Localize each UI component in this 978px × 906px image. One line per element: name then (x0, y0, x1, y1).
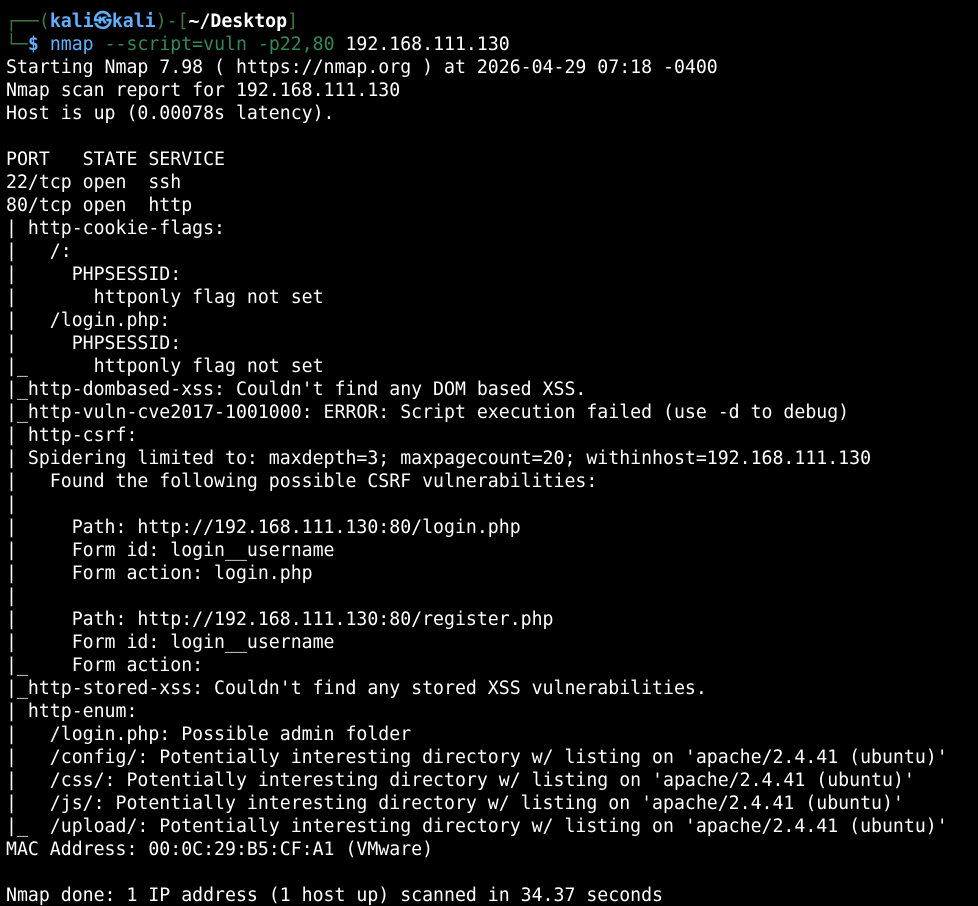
output-line: 22/tcp open ssh (6, 172, 182, 193)
output-line: | http-cookie-flags: (6, 218, 236, 239)
output-line: | /login.php: (6, 310, 182, 331)
output-line: | Form action: login.php (6, 563, 313, 584)
terminal-window[interactable]: ┌──(kali㉿kali)-[~/Desktop] └─$ nmap --sc… (0, 0, 978, 906)
command-name: nmap (49, 34, 94, 55)
output-line: Host is up (0.00078s latency). (6, 103, 335, 124)
output-line: | Spidering limited to: maxdepth=3; maxp… (6, 448, 872, 469)
output-line: Nmap done: 1 IP address (1 host up) scan… (6, 885, 663, 906)
output-line: | httponly flag not set (6, 287, 324, 308)
output-line: | http-enum: (6, 701, 149, 722)
output-line: | Form id: login__username (6, 632, 335, 653)
output-line: | (6, 494, 72, 515)
prompt-cwd: ~/Desktop (188, 11, 288, 32)
output-line: |_ Form action: (6, 655, 215, 676)
output-line: | /css/: Potentially interesting directo… (6, 770, 915, 791)
output-line: |_ httponly flag not set (6, 356, 324, 377)
at-symbol-icon: ㉿ (93, 11, 112, 32)
output-line: | Path: http://192.168.111.130:80/login.… (6, 517, 521, 538)
output-line: Nmap scan report for 192.168.111.130 (6, 80, 401, 101)
output-line: | Form id: login__username (6, 540, 335, 561)
prompt-user: kali (49, 11, 94, 32)
output-line: |_http-vuln-cve2017-1001000: ERROR: Scri… (6, 402, 850, 423)
prompt-host: kali (111, 11, 156, 32)
output-line: | Path: http://192.168.111.130:80/regist… (6, 609, 554, 630)
output-line: | /login.php: Possible admin folder (6, 724, 412, 745)
prompt-mid-bracket: )-[ (155, 11, 189, 32)
output-line: | PHPSESSID: (6, 264, 193, 285)
output-line: |_ /upload/: Potentially interesting dir… (6, 816, 948, 837)
prompt-close-bracket: ] (287, 11, 299, 32)
output-line: Starting Nmap 7.98 ( https://nmap.org ) … (6, 57, 718, 78)
output-line: | (6, 586, 72, 607)
output-line: 80/tcp open http (6, 195, 193, 216)
output-line: | Found the following possible CSRF vuln… (6, 471, 609, 492)
output-line: | PHPSESSID: (6, 333, 193, 354)
prompt-line-command[interactable]: └─$ nmap --script=vuln -p22,80 192.168.1… (6, 33, 978, 56)
prompt-dollar: $ (27, 34, 39, 55)
output-line: MAC Address: 00:0C:29:B5:CF:A1 (VMware) (6, 839, 434, 860)
output-line: | http-csrf: (6, 425, 149, 446)
output-line: | /: (6, 241, 83, 262)
terminal-output: Starting Nmap 7.98 ( https://nmap.org ) … (6, 56, 978, 906)
output-line: PORT STATE SERVICE (6, 149, 225, 170)
output-line: |_http-stored-xss: Couldn't find any sto… (6, 678, 707, 699)
output-line: | /js/: Potentially interesting director… (6, 793, 904, 814)
prompt-frame-bottom: └─ (6, 34, 28, 55)
command-args: --script=vuln -p22,80 (104, 34, 335, 55)
command-target: 192.168.111.130 (345, 34, 510, 55)
output-line: |_http-dombased-xss: Couldn't find any D… (6, 379, 587, 400)
output-line: | /config/: Potentially interesting dire… (6, 747, 948, 768)
prompt-line-top: ┌──(kali㉿kali)-[~/Desktop] (6, 10, 978, 33)
prompt-frame-top: ┌──( (6, 11, 50, 32)
